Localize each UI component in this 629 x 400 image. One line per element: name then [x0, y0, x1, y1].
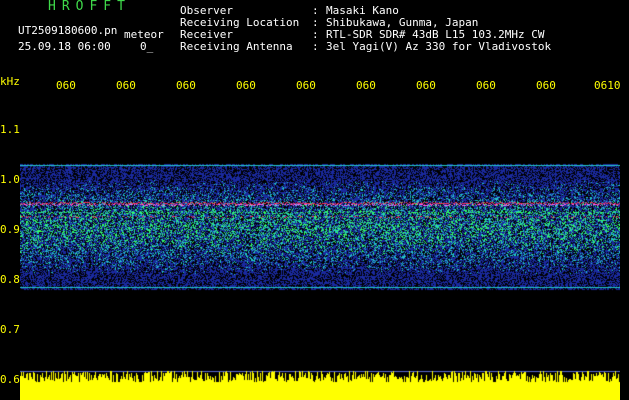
y-unit-label: kHz — [0, 75, 20, 88]
info-value-antenna: 3el Yagi(V) Az 330 for Vladivostok — [326, 40, 552, 53]
counter: 0_ — [140, 40, 154, 53]
app-title: HROFFT — [48, 0, 131, 14]
y-tick-label: 0.6 — [0, 373, 20, 386]
x-tick-label: 060 — [236, 79, 256, 92]
file-name: UT2509180600.pn — [18, 24, 118, 37]
datetime: 25.09.18 06:00 — [18, 40, 111, 53]
x-tick-label: 0610 — [594, 79, 621, 92]
y-tick-label: 0.7 — [0, 323, 20, 336]
spectrogram-canvas — [20, 98, 620, 400]
info-key-antenna: Receiving Antenna — [180, 40, 293, 53]
x-tick-label: 060 — [536, 79, 556, 92]
y-tick-label: 1.0 — [0, 173, 20, 186]
info-separator: : — [312, 40, 319, 53]
x-tick-label: 060 — [356, 79, 376, 92]
x-tick-label: 060 — [296, 79, 316, 92]
y-tick-label: 0.9 — [0, 223, 20, 236]
x-tick-label: 060 — [476, 79, 496, 92]
x-tick-label: 060 — [116, 79, 136, 92]
x-tick-label: 060 — [416, 79, 436, 92]
x-tick-label: 060 — [176, 79, 196, 92]
y-tick-label: 1.1 — [0, 123, 20, 136]
y-tick-label: 0.8 — [0, 273, 20, 286]
x-tick-label: 060 — [56, 79, 76, 92]
